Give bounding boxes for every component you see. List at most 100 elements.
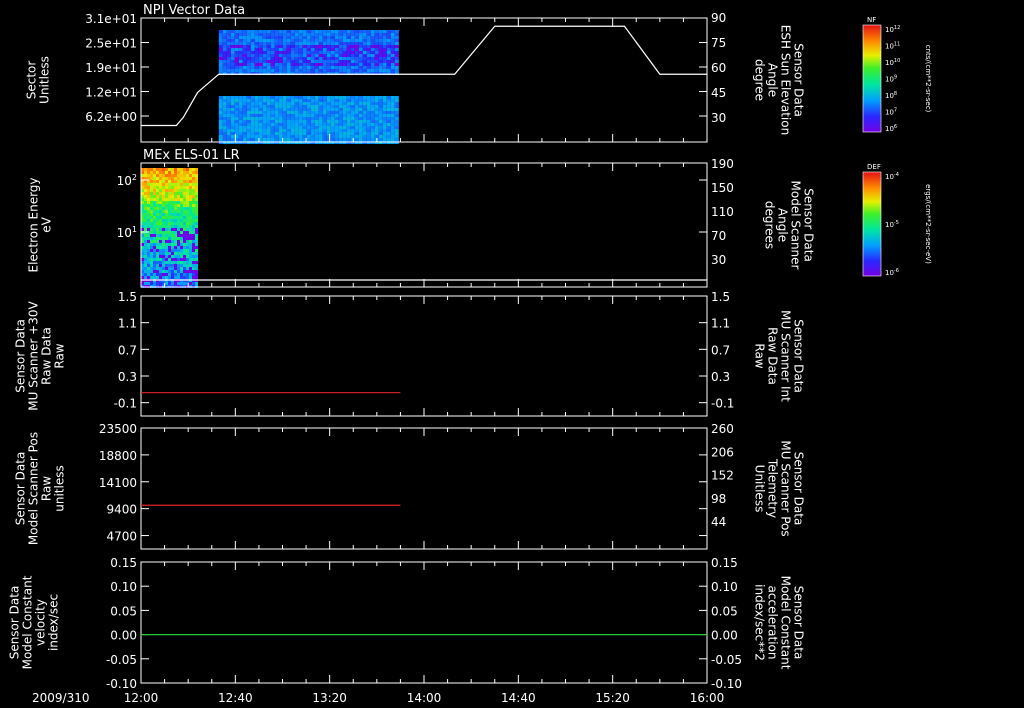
heat-cell xyxy=(314,66,319,69)
heat-cell xyxy=(153,204,156,207)
heat-cell xyxy=(177,204,180,207)
heat-cell xyxy=(334,129,339,132)
colorbar-strip xyxy=(863,213,881,214)
heat-cell xyxy=(366,48,371,51)
heat-cell xyxy=(238,36,243,39)
heat-cell xyxy=(382,117,387,120)
heat-cell xyxy=(266,114,271,117)
heat-cell xyxy=(180,216,183,219)
heat-cell xyxy=(250,42,255,45)
heat-cell xyxy=(354,48,359,51)
heat-cell xyxy=(183,171,186,174)
heat-cell xyxy=(370,96,375,99)
colorbar-strip xyxy=(863,259,881,260)
colorbar-strip xyxy=(863,115,881,116)
heat-cell xyxy=(195,171,198,174)
heat-cell xyxy=(165,237,168,240)
heat-cell xyxy=(226,126,231,129)
heat-cell xyxy=(302,117,307,120)
heat-cell xyxy=(189,189,192,192)
heat-cell xyxy=(258,105,263,108)
heat-cell xyxy=(238,48,243,51)
colorbar-strip xyxy=(863,32,881,33)
heat-cell xyxy=(310,63,315,66)
heat-cell xyxy=(322,135,327,138)
heat-cell xyxy=(314,57,319,60)
heat-cell xyxy=(286,66,291,69)
heat-cell xyxy=(290,138,295,141)
heat-cell xyxy=(262,96,267,99)
heat-cell xyxy=(153,267,156,270)
heat-cell xyxy=(286,120,291,123)
colorbar-strip xyxy=(863,105,881,106)
heat-cell xyxy=(168,258,171,261)
heat-cell xyxy=(171,249,174,252)
heat-cell xyxy=(153,219,156,222)
heat-cell xyxy=(144,171,147,174)
heat-cell xyxy=(180,174,183,177)
heat-cell xyxy=(370,45,375,48)
colorbar-strip xyxy=(863,191,881,192)
heat-cell xyxy=(278,120,283,123)
y2-label-line: Sensor Data xyxy=(792,586,806,660)
heat-cell xyxy=(171,180,174,183)
y2-tick-label: 98 xyxy=(711,492,726,506)
heat-cell xyxy=(326,117,331,120)
heat-cell xyxy=(338,138,343,141)
heat-cell xyxy=(366,105,371,108)
heat-cell xyxy=(342,129,347,132)
heat-cell xyxy=(310,30,315,33)
colorbar-strip xyxy=(863,89,881,90)
heat-cell xyxy=(378,123,383,126)
colorbar-strip xyxy=(863,224,881,225)
heat-cell xyxy=(183,219,186,222)
heat-cell xyxy=(242,39,247,42)
heat-cell xyxy=(362,102,367,105)
heat-cell xyxy=(286,108,291,111)
heat-cell xyxy=(150,258,153,261)
heat-cell xyxy=(162,225,165,228)
heat-cell xyxy=(147,213,150,216)
heat-cell xyxy=(294,108,299,111)
heat-cell xyxy=(358,114,363,117)
heat-cell xyxy=(314,30,319,33)
heat-cell xyxy=(326,57,331,60)
y-tick-label: -0.10 xyxy=(106,677,137,691)
heat-cell xyxy=(346,30,351,33)
heat-cell xyxy=(226,111,231,114)
heat-cell xyxy=(230,111,235,114)
heat-cell xyxy=(144,222,147,225)
heat-cell xyxy=(266,120,271,123)
colorbar-strip xyxy=(863,235,881,236)
colorbar-strip xyxy=(863,215,881,216)
heat-cell xyxy=(286,48,291,51)
heat-cell xyxy=(374,51,379,54)
heat-cell xyxy=(358,117,363,120)
heat-cell xyxy=(189,177,192,180)
heat-cell xyxy=(144,219,147,222)
heat-cell xyxy=(354,57,359,60)
heat-cell xyxy=(254,48,259,51)
heat-cell xyxy=(286,45,291,48)
heat-cell xyxy=(159,180,162,183)
heat-cell xyxy=(294,111,299,114)
heat-cell xyxy=(362,135,367,138)
heat-cell xyxy=(165,240,168,243)
heat-cell xyxy=(298,117,303,120)
heat-cell xyxy=(306,36,311,39)
heat-cell xyxy=(326,96,331,99)
heat-cell xyxy=(314,54,319,57)
heat-cell xyxy=(350,114,355,117)
heat-cell xyxy=(346,117,351,120)
heat-cell xyxy=(386,69,391,72)
heat-cell xyxy=(282,36,287,39)
heat-cell xyxy=(144,174,147,177)
colorbar-strip xyxy=(863,57,881,58)
heat-cell xyxy=(318,120,323,123)
heat-cell xyxy=(258,48,263,51)
heat-cell xyxy=(147,240,150,243)
heat-cell xyxy=(168,273,171,276)
heat-cell xyxy=(147,186,150,189)
heat-cell xyxy=(186,249,189,252)
heat-cell xyxy=(314,102,319,105)
